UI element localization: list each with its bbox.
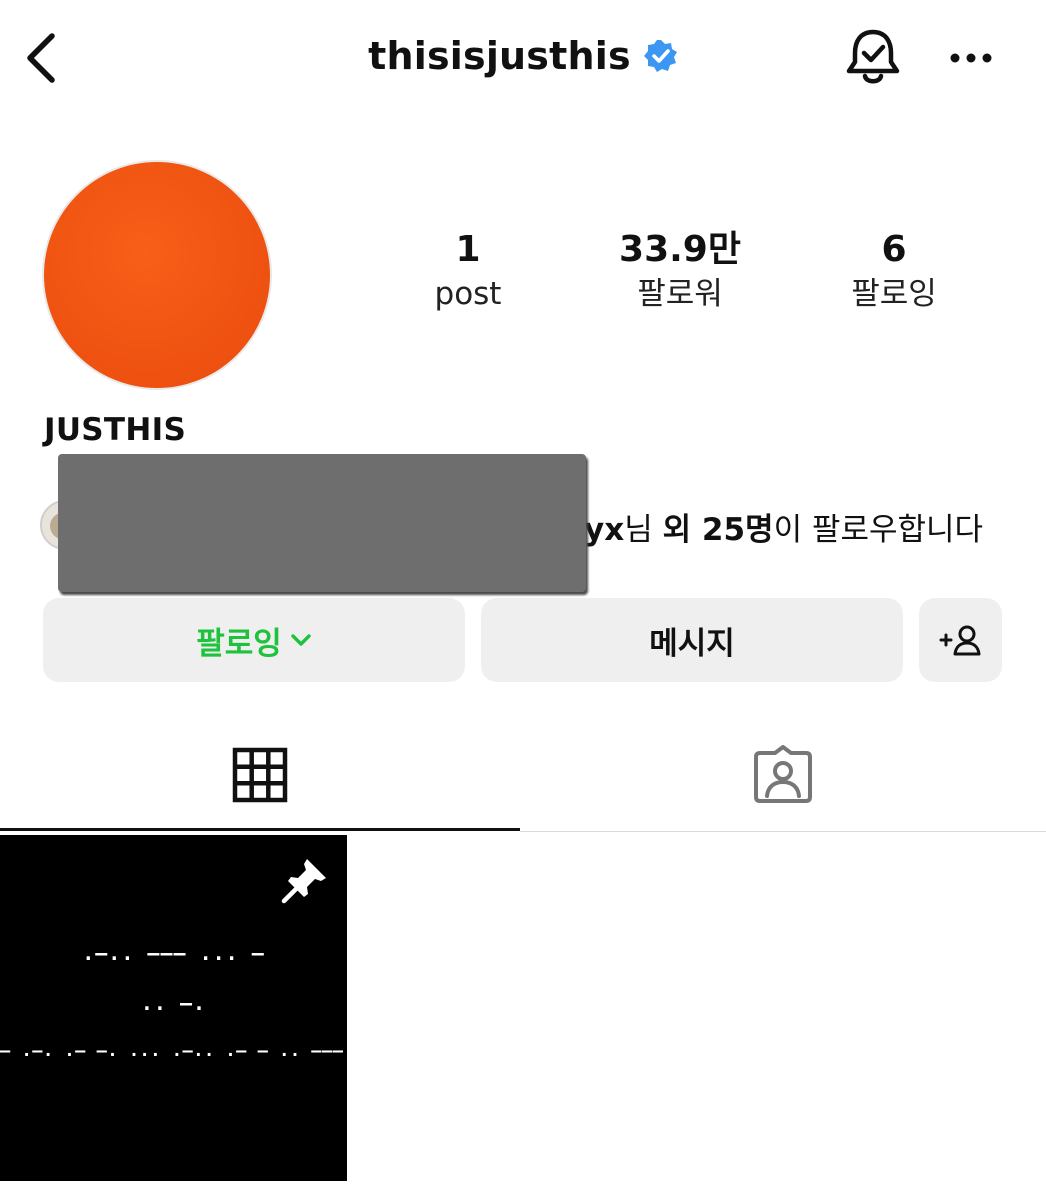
- following-stat[interactable]: 6 팔로잉: [794, 228, 994, 316]
- post-thumbnail[interactable]: .–.. ––– ... – .. –. – .–. .– –. ... .–.…: [0, 835, 347, 1181]
- follower-name-fragment: yx: [584, 512, 625, 548]
- chevron-down-icon: [291, 634, 311, 646]
- tab-divider: [520, 831, 1046, 832]
- following-button[interactable]: 팔로잉: [43, 598, 465, 682]
- followed-by-suffix2: 이 팔로우합니다: [773, 512, 984, 548]
- followed-by-count: 외 25명: [662, 512, 774, 548]
- posts-label: post: [434, 276, 502, 312]
- following-count: 6: [881, 229, 907, 270]
- following-label: 팔로잉: [851, 276, 937, 312]
- redaction-box: [58, 454, 586, 592]
- following-button-label: 팔로잉: [196, 625, 282, 662]
- message-button-label: 메시지: [649, 625, 735, 662]
- display-name: JUSTHIS: [44, 412, 187, 448]
- followers-label: 팔로워: [637, 276, 723, 312]
- more-icon[interactable]: [948, 50, 994, 66]
- tab-grid[interactable]: [0, 720, 520, 830]
- followers-count: 33.9만: [619, 229, 741, 270]
- username: thisisjusthis: [368, 34, 631, 78]
- grid-icon: [232, 747, 288, 803]
- morse-line-1: .–.. ––– ... –: [82, 941, 265, 965]
- message-button[interactable]: 메시지: [481, 598, 903, 682]
- profile-avatar[interactable]: [44, 162, 270, 388]
- followed-by-suffix1: 님: [624, 512, 663, 548]
- followers-stat[interactable]: 33.9만 팔로워: [580, 228, 780, 316]
- posts-stat: 1 post: [368, 228, 568, 316]
- pin-icon: [281, 859, 326, 904]
- verified-badge-icon: [643, 40, 677, 72]
- bell-icon[interactable]: [842, 26, 904, 90]
- morse-line-3: – .–. .– –. ... .–.. .– – .. ––– –.: [0, 1041, 347, 1061]
- morse-line-2: .. –.: [140, 991, 207, 1015]
- active-tab-indicator: [0, 828, 520, 831]
- tab-tagged[interactable]: [520, 720, 1046, 830]
- add-person-icon: [939, 625, 980, 656]
- followed-by-text[interactable]: yx님 외 25명이 팔로우합니다: [584, 504, 983, 549]
- posts-count: 1: [455, 229, 481, 270]
- add-person-button[interactable]: [919, 598, 1002, 682]
- tagged-icon: [754, 745, 812, 803]
